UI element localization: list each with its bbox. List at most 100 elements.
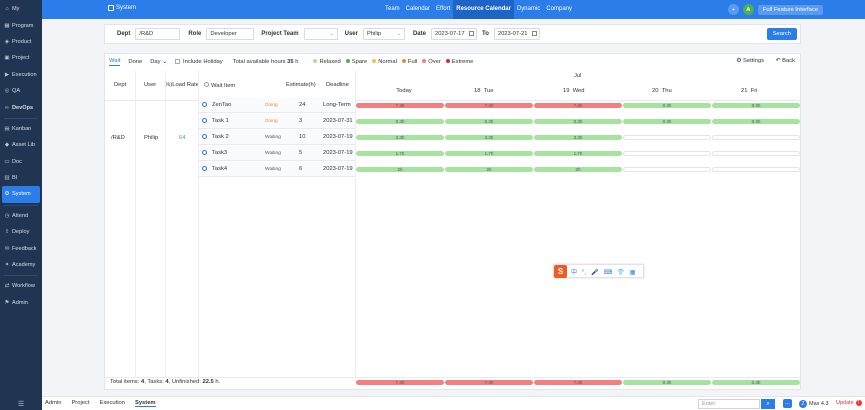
load-bar[interactable]: 0.3h (623, 119, 711, 124)
role-select[interactable]: Developer (206, 28, 255, 40)
tab-resource-calendar[interactable]: Resource Calendar (453, 0, 514, 19)
load-bar[interactable]: 0.3h (712, 103, 800, 108)
ime-toolbar[interactable]: S 中 °, 🎤 ⌨ 👕 ▦ (553, 264, 644, 278)
date-label: Date (412, 31, 426, 37)
load-bar[interactable]: 1.7h (356, 151, 444, 156)
day-select[interactable]: Day ⌄ (150, 59, 167, 65)
load-bar[interactable]: 0.3h (623, 103, 711, 108)
ime-tool-icon[interactable]: °, (582, 270, 586, 276)
ime-tool-icon[interactable]: ⌨ (604, 270, 613, 276)
load-bar[interactable]: 7.3h (445, 103, 533, 108)
bottom-tab-admin[interactable]: Admin (45, 400, 61, 407)
sidebar-item-attend[interactable]: ◷ Attend (0, 208, 42, 224)
date-to-input[interactable]: 2023-07-21 (493, 28, 540, 40)
bottom-tab-project[interactable]: Project (71, 400, 89, 407)
tab-effort[interactable]: Effort (433, 0, 453, 19)
sidebar-item-admin[interactable]: ⚑ Admin (0, 295, 42, 311)
bottom-tab-execution[interactable]: Execution (99, 400, 124, 407)
wait-item-name[interactable]: Task 1 (212, 118, 229, 124)
tab-team[interactable]: Team (382, 0, 403, 19)
load-bar[interactable] (623, 135, 711, 140)
sidebar-item-deploy[interactable]: ⇪ Deploy (0, 224, 42, 240)
chat-icon[interactable]: … (783, 399, 792, 408)
attend-icon: ◷ (4, 212, 10, 219)
table-row[interactable]: ZenTao Doing 24 Long-Term (199, 98, 355, 113)
table-row[interactable]: Task4 Waiting 6 2023-07-19 (199, 162, 355, 177)
collapse-icon[interactable] (202, 102, 207, 107)
dept-select[interactable]: /R&D (135, 28, 181, 40)
load-bar[interactable]: 0.3h (445, 119, 533, 124)
ime-tool-icon[interactable]: 👕 (617, 270, 624, 276)
wait-item-name[interactable]: Task3 (212, 150, 227, 156)
table-row[interactable]: Task3 Waiting 5 2023-07-19 (199, 146, 355, 161)
load-bar[interactable]: 0.3h (712, 119, 800, 124)
sidebar-item-product[interactable]: ◈ Product (0, 34, 42, 50)
load-bar[interactable]: 7.3h (356, 103, 444, 108)
load-bar[interactable]: 0.3h (534, 119, 622, 124)
full-feature-button[interactable]: Full Feature Interface (757, 4, 823, 15)
tab-wait[interactable]: Wait (109, 58, 121, 66)
load-bar[interactable]: 0.3h (356, 119, 444, 124)
menu-toggle-icon[interactable]: ☰ (0, 398, 42, 410)
sidebar-item-devops[interactable]: ∞ DevOps (0, 99, 42, 115)
tab-company[interactable]: Company (543, 0, 575, 19)
load-bar[interactable]: 1.7h (445, 151, 533, 156)
bottom-tab-system[interactable]: System (134, 400, 156, 407)
project-icon: ▣ (4, 55, 10, 62)
sidebar-item-execution[interactable]: ▶ Execution (0, 67, 42, 83)
tab-dynamic[interactable]: Dynamic (514, 0, 543, 19)
version-info[interactable]: Z Max 4.3 (799, 400, 829, 408)
sidebar-item-program[interactable]: ▦ Program (0, 17, 42, 33)
expand-icon[interactable] (204, 82, 209, 87)
load-bar[interactable] (623, 151, 711, 156)
load-bar[interactable] (712, 151, 800, 156)
wait-item-name[interactable]: Task 2 (212, 134, 229, 140)
load-bar[interactable] (712, 167, 800, 172)
quick-search-input[interactable]: Enter (698, 399, 760, 409)
breadcrumb[interactable]: System (108, 5, 136, 11)
sidebar-item-bi[interactable]: ▥ BI (0, 170, 42, 186)
avatar[interactable]: A (742, 4, 754, 15)
sidebar-item-academy[interactable]: ✦ Academy (0, 257, 42, 273)
load-bar[interactable] (623, 167, 711, 172)
load-bar[interactable] (712, 135, 800, 140)
sidebar-item-my[interactable]: ⌂ My (0, 1, 42, 17)
sidebar-item-feedback[interactable]: ✉ Feedback (0, 240, 42, 256)
project-team-select[interactable]: ⌄ (303, 28, 338, 40)
wait-item-name[interactable]: ZenTao (212, 102, 231, 108)
sidebar-item-project[interactable]: ▣ Project (0, 50, 42, 66)
wait-item-name[interactable]: Task4 (212, 166, 227, 172)
load-bar[interactable]: 1.7h (534, 151, 622, 156)
load-bar[interactable]: 3.3h (445, 135, 533, 140)
sidebar-item-kanban[interactable]: ▤ Kanban (0, 121, 42, 137)
load-bar[interactable]: 2h (445, 167, 533, 172)
top-nav: Team Calendar Effort Resource Calendar Dynam… (382, 0, 575, 19)
sidebar-item-doc[interactable]: ▭ Doc (0, 154, 42, 170)
load-bar[interactable]: 7.3h (534, 103, 622, 108)
table-row[interactable]: Task 2 Waiting 10 2023-07-19 (199, 130, 355, 145)
update-link[interactable]: Update! (836, 400, 862, 406)
load-bar[interactable]: 3.3h (356, 135, 444, 140)
sidebar-item-label: Execution (12, 71, 37, 78)
search-button[interactable]: Search (766, 28, 797, 40)
user-select[interactable]: Philip ⌄ (362, 28, 405, 40)
sidebar-item-system[interactable]: ⚙ System (2, 186, 40, 203)
plus-icon[interactable]: + (727, 4, 739, 15)
sidebar-item-qa[interactable]: ◎ QA (0, 83, 42, 99)
load-bar[interactable]: 2h (356, 167, 444, 172)
settings-button[interactable]: ⚙ Settings (736, 58, 764, 64)
tab-done[interactable]: Done (128, 59, 142, 65)
sidebar-item-workflow[interactable]: ⇄ Workflow (0, 278, 42, 294)
load-bar[interactable]: 2h (534, 167, 622, 172)
ime-tool-icon[interactable]: ▦ (630, 270, 636, 276)
back-button[interactable]: ↶ Back (776, 58, 795, 64)
search-icon[interactable]: ⌕ (761, 399, 775, 409)
ime-tool-icon[interactable]: 中 (571, 270, 577, 276)
sidebar-item-asset-lib[interactable]: ◆ Asset Lib (0, 137, 42, 153)
table-row[interactable]: Task 1 Doing 3 2023-07-31 (199, 114, 355, 129)
tab-calendar[interactable]: Calendar (403, 0, 433, 19)
date-from-input[interactable]: 2023-07-17 (430, 28, 477, 40)
include-holiday-checkbox[interactable]: Include Holiday (175, 58, 223, 65)
ime-tool-icon[interactable]: 🎤 (591, 270, 598, 276)
load-bar[interactable]: 3.3h (534, 135, 622, 140)
